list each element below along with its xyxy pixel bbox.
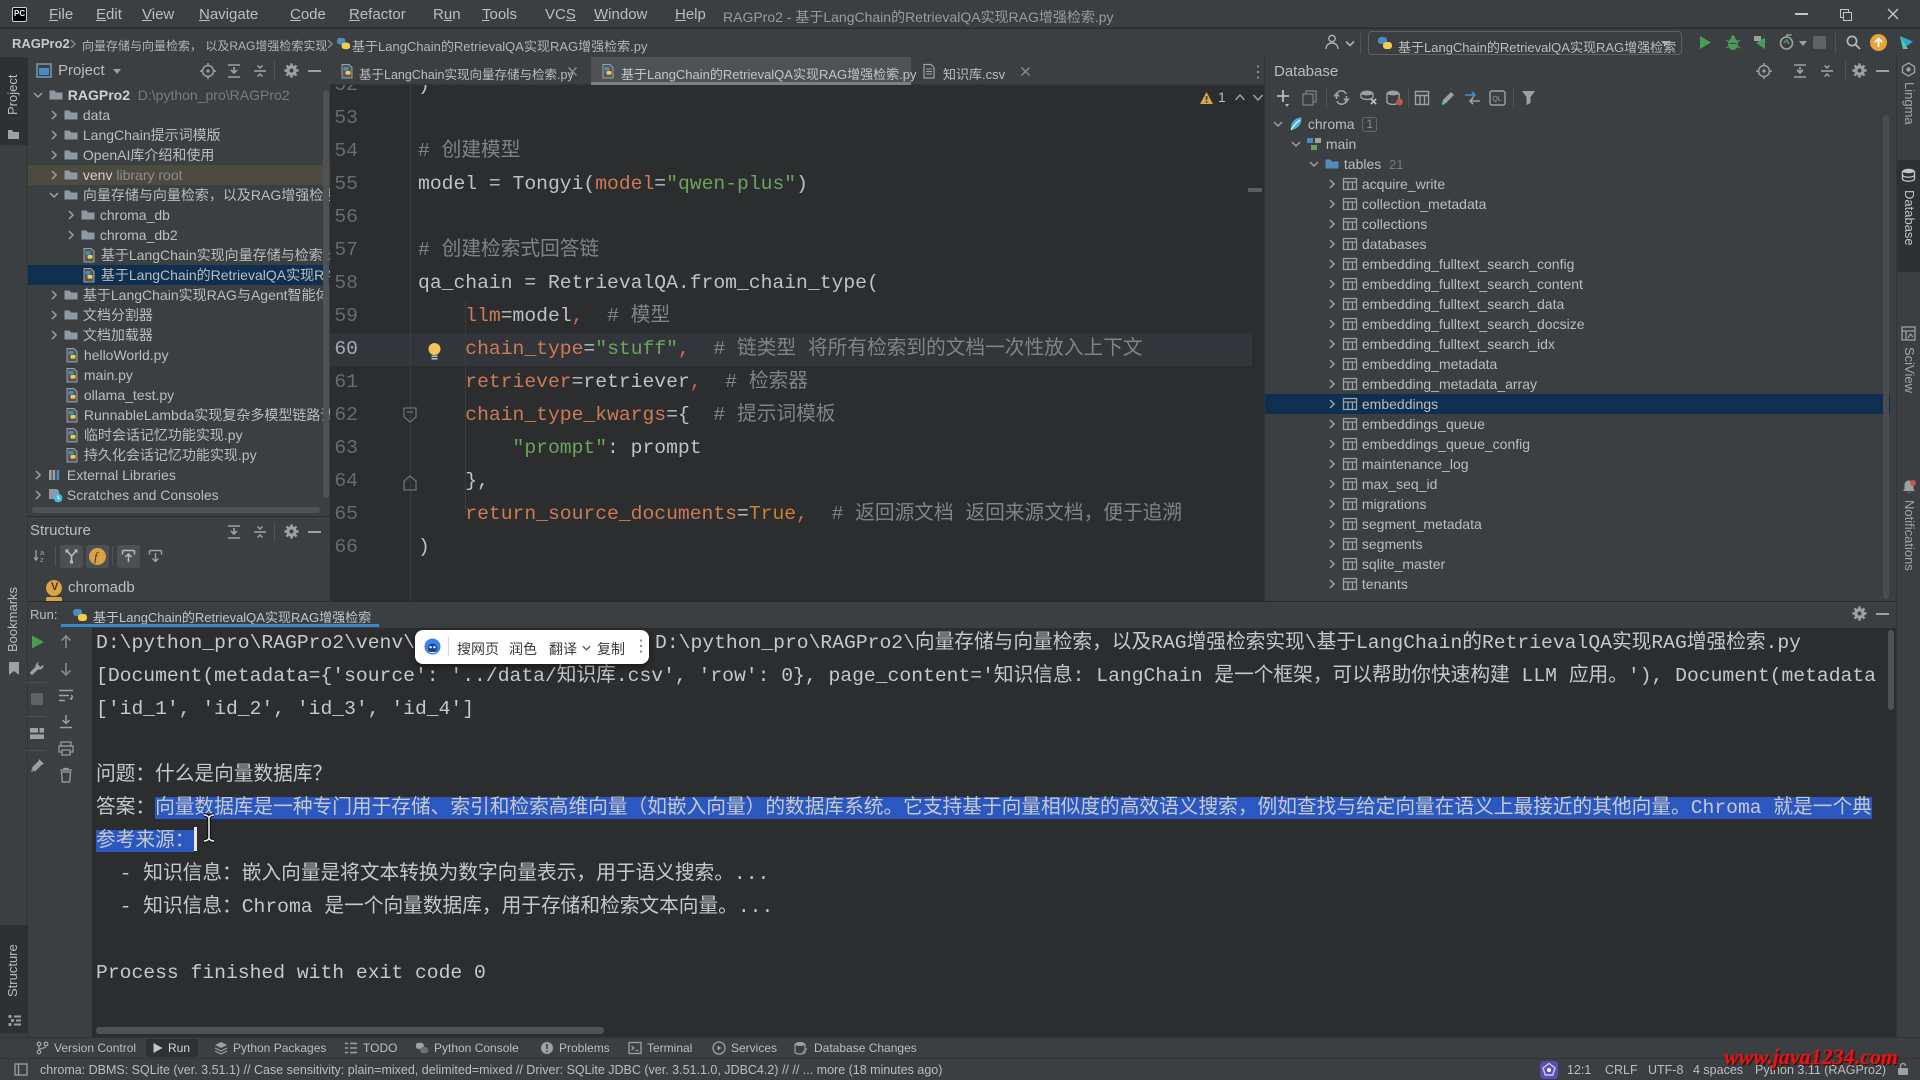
svg-text:QL: QL: [1492, 96, 1501, 103]
svg-text:z: z: [40, 555, 44, 564]
